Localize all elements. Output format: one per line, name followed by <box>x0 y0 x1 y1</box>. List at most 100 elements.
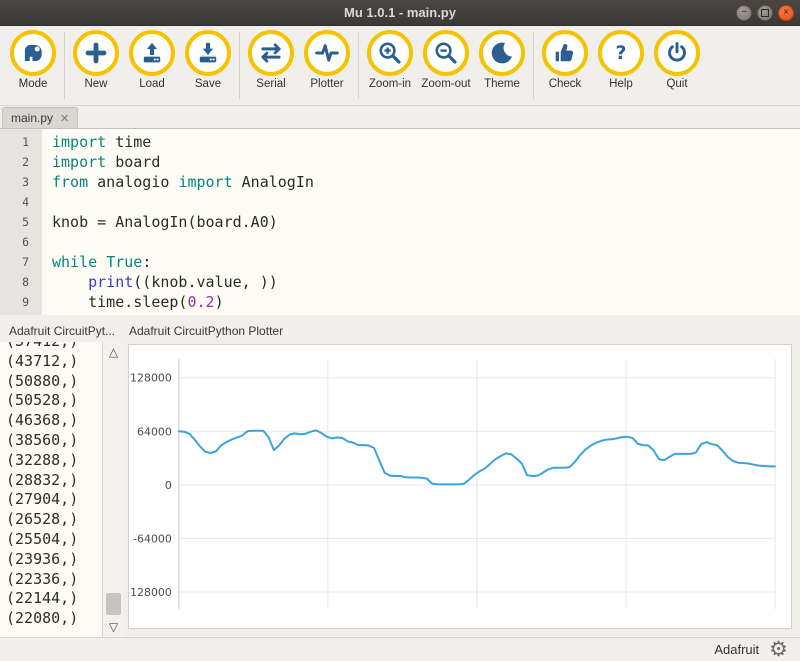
plus-icon <box>73 30 119 76</box>
toolbar-button-theme[interactable]: Theme <box>474 30 530 90</box>
titlebar: Mu 1.0.1 - main.py − × <box>0 0 800 26</box>
code-line: print((knob.value, )) <box>52 272 800 292</box>
code-editor[interactable]: 123456789 import timeimport boardfrom an… <box>0 128 800 315</box>
line-number: 3 <box>0 172 42 192</box>
toolbar-button-mode[interactable]: Mode <box>5 30 61 90</box>
gear-icon[interactable]: ⚙ <box>769 639 788 660</box>
plotter-pane-title: Adafruit CircuitPython Plotter <box>124 324 283 338</box>
tab-main-py[interactable]: main.py ✕ <box>2 107 78 128</box>
toolbar-button-serial[interactable]: Serial <box>243 30 299 90</box>
serial-value-line: (22080,) <box>6 609 102 629</box>
serial-value-line: (26528,) <box>6 510 102 530</box>
zoom-in-icon <box>367 30 413 76</box>
code-area: import timeimport boardfrom analogio imp… <box>42 129 800 315</box>
line-number: 5 <box>0 212 42 232</box>
line-number-gutter: 123456789 <box>0 129 42 315</box>
tab-close-icon[interactable]: ✕ <box>60 112 69 125</box>
toolbar-button-label: New <box>84 78 107 90</box>
line-number: 9 <box>0 292 42 312</box>
toolbar-separator <box>239 32 240 99</box>
toolbar-button-label: Serial <box>256 78 285 90</box>
window-controls: − × <box>736 0 794 25</box>
toolbar-button-label: Check <box>549 78 582 90</box>
zoom-out-icon <box>423 30 469 76</box>
svg-text:?: ? <box>616 42 627 64</box>
serial-pane-title: Adafruit CircuitPyt... <box>0 324 124 338</box>
toolbar-separator <box>64 32 65 99</box>
toolbar: Mode New Load Save Serial Plotter Zoom-inZoom-… <box>0 26 800 106</box>
toolbar-button-label: Theme <box>484 78 520 90</box>
y-axis-tick-label: 64000 <box>137 425 172 438</box>
code-line: import time <box>52 132 800 152</box>
line-number: 6 <box>0 232 42 252</box>
toolbar-button-label: Save <box>195 78 221 90</box>
toolbar-button-load[interactable]: Load <box>124 30 180 90</box>
toolbar-button-label: Quit <box>666 78 687 90</box>
serial-output-pane[interactable]: (37412,)(43712,)(50880,)(50528,)(46368,)… <box>0 342 124 637</box>
download-icon <box>185 30 231 76</box>
plotter-chart-card: 128000 64000 0 -64000 -128000 <box>128 344 792 629</box>
toolbar-button-label: Load <box>139 78 165 90</box>
toolbar-button-label: Help <box>609 78 633 90</box>
scroll-down-icon[interactable]: ▽ <box>109 617 118 637</box>
code-line: time.sleep(0.2) <box>52 292 800 312</box>
panel-headers: Adafruit CircuitPyt... Adafruit CircuitP… <box>0 319 800 342</box>
serial-value-line: (50880,) <box>6 372 102 392</box>
serial-value-line: (25504,) <box>6 530 102 550</box>
toolbar-button-quit[interactable]: Quit <box>649 30 705 90</box>
scrollbar-track[interactable] <box>103 362 124 617</box>
maximize-button-icon[interactable] <box>757 5 773 21</box>
power-icon <box>654 30 700 76</box>
y-axis-tick-label: -128000 <box>129 586 172 599</box>
minimize-button-icon[interactable]: − <box>736 5 752 21</box>
y-axis-tick-label: 128000 <box>130 372 172 385</box>
plotter-pane: 128000 64000 0 -64000 -128000 <box>124 342 800 637</box>
serial-output-text: (37412,)(43712,)(50880,)(50528,)(46368,)… <box>0 342 102 637</box>
toolbar-button-check[interactable]: Check <box>537 30 593 90</box>
mu-editor-window: Mu 1.0.1 - main.py − × Mode New Load Save Se… <box>0 0 800 660</box>
window-title: Mu 1.0.1 - main.py <box>344 5 456 20</box>
code-line: while True: <box>52 252 800 272</box>
serial-value-line: (43712,) <box>6 352 102 372</box>
serial-value-line: (38560,) <box>6 431 102 451</box>
tab-bar: main.py ✕ <box>0 106 800 128</box>
plotter-chart: 128000 64000 0 -64000 -128000 <box>129 345 791 628</box>
line-number: 7 <box>0 252 42 272</box>
serial-value-line: (50528,) <box>6 391 102 411</box>
scroll-up-icon[interactable]: △ <box>109 342 118 362</box>
toolbar-separator <box>533 32 534 99</box>
toolbar-separator <box>358 32 359 99</box>
moon-icon <box>479 30 525 76</box>
code-line <box>52 232 800 252</box>
line-number: 1 <box>0 132 42 152</box>
serial-value-line: (23936,) <box>6 550 102 570</box>
line-number: 2 <box>0 152 42 172</box>
toolbar-button-zoom-out[interactable]: Zoom-out <box>418 30 474 90</box>
line-number: 8 <box>0 272 42 292</box>
y-axis-tick-label: 0 <box>165 479 172 492</box>
y-axis-tick-label: -64000 <box>133 532 172 545</box>
serial-value-line: (22144,) <box>6 589 102 609</box>
code-line: import board <box>52 152 800 172</box>
toolbar-button-label: Mode <box>19 78 48 90</box>
serial-arrows-icon <box>248 30 294 76</box>
toolbar-button-label: Plotter <box>310 78 343 90</box>
serial-value-line: (22336,) <box>6 570 102 590</box>
code-line: from analogio import AnalogIn <box>52 172 800 192</box>
toolbar-button-zoom-in[interactable]: Zoom-in <box>362 30 418 90</box>
code-line <box>52 192 800 212</box>
serial-scrollbar[interactable]: △ ▽ <box>102 342 124 637</box>
toolbar-button-help[interactable]: ? Help <box>593 30 649 90</box>
device-name-label: Adafruit <box>714 642 759 657</box>
toolbar-button-save[interactable]: Save <box>180 30 236 90</box>
code-line: knob = AnalogIn(board.A0) <box>52 212 800 232</box>
toolbar-button-plotter[interactable]: Plotter <box>299 30 355 90</box>
question-icon: ? <box>598 30 644 76</box>
status-bar: Adafruit ⚙ <box>0 637 800 660</box>
toolbar-button-new[interactable]: New <box>68 30 124 90</box>
close-button-icon[interactable]: × <box>778 5 794 21</box>
serial-value-line: (46368,) <box>6 411 102 431</box>
scrollbar-thumb[interactable] <box>106 593 121 615</box>
mu-logo-icon <box>10 30 56 76</box>
toolbar-button-label: Zoom-out <box>421 78 470 90</box>
